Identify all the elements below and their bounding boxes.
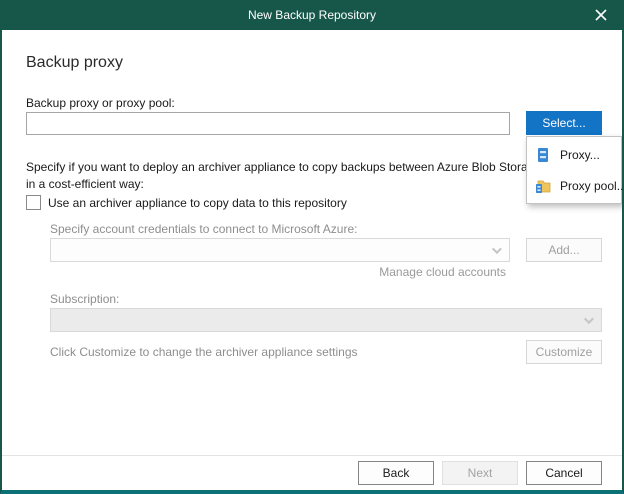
new-backup-repository-dialog: New Backup Repository Backup proxy Backu… <box>0 0 624 494</box>
page-title: Backup proxy <box>26 54 123 72</box>
proxy-input[interactable] <box>26 112 510 135</box>
proxy-server-icon <box>535 147 551 163</box>
credentials-label: Specify account credentials to connect t… <box>50 222 358 236</box>
customize-hint: Click Customize to change the archiver a… <box>50 345 358 359</box>
archiver-description-line1: Specify if you want to deploy an archive… <box>26 160 541 174</box>
proxy-pool-icon <box>535 178 551 194</box>
proxy-pool-label: Backup proxy or proxy pool: <box>26 96 175 110</box>
credentials-combobox[interactable] <box>50 238 510 262</box>
add-button[interactable]: Add... <box>526 238 602 262</box>
cancel-button[interactable]: Cancel <box>526 461 602 485</box>
subscription-label: Subscription: <box>50 292 119 306</box>
select-button[interactable]: Select... <box>526 111 602 135</box>
chevron-down-icon <box>584 314 594 324</box>
menu-item-label: Proxy... <box>560 148 600 162</box>
back-button[interactable]: Back <box>358 461 434 485</box>
subscription-combobox[interactable] <box>50 308 602 332</box>
chevron-down-icon <box>492 244 502 254</box>
menu-item-proxy[interactable]: Proxy... <box>527 139 621 170</box>
close-button[interactable] <box>578 0 624 30</box>
titlebar: New Backup Repository <box>0 0 624 30</box>
footer-separator <box>2 455 622 456</box>
archiver-description-line2: in a cost-efficient way: <box>26 177 144 191</box>
close-icon <box>595 9 607 21</box>
archiver-checkbox-row: Use an archiver appliance to copy data t… <box>26 195 347 210</box>
window-title: New Backup Repository <box>248 8 376 22</box>
next-button[interactable]: Next <box>442 461 518 485</box>
menu-item-label: Proxy pool... <box>560 179 624 193</box>
customize-button[interactable]: Customize <box>526 340 602 364</box>
manage-cloud-accounts-link[interactable]: Manage cloud accounts <box>379 265 506 279</box>
archiver-checkbox[interactable] <box>26 195 41 210</box>
menu-item-proxy-pool[interactable]: Proxy pool... <box>527 170 621 201</box>
archiver-checkbox-label: Use an archiver appliance to copy data t… <box>48 196 347 210</box>
select-menu: Proxy... Proxy pool... <box>526 136 622 204</box>
